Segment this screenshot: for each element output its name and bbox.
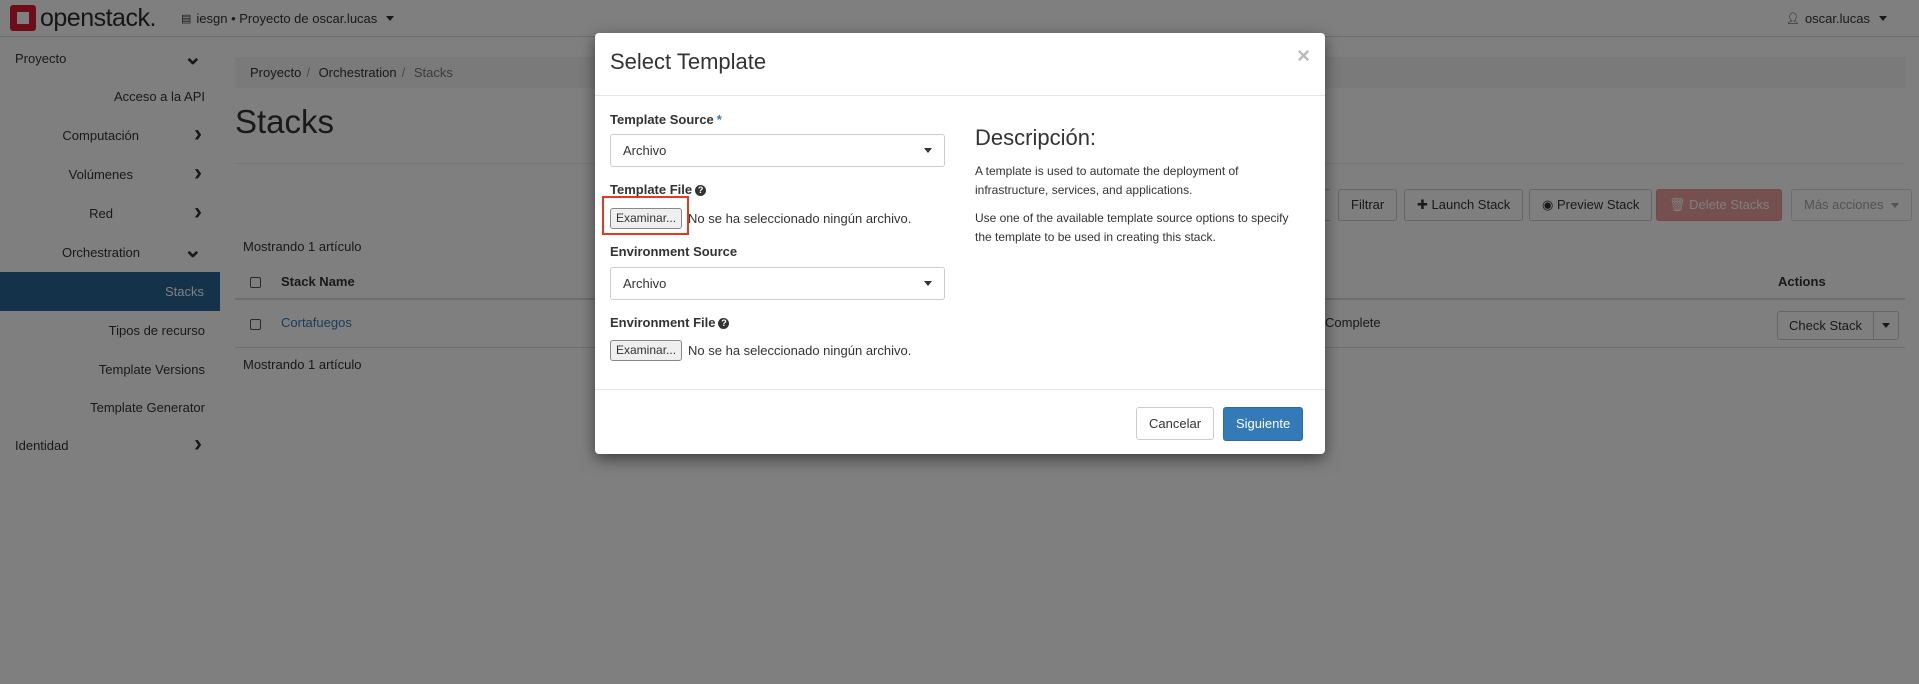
template-file-status: No se ha seleccionado ningún archivo. xyxy=(688,211,912,226)
template-file-browse-button[interactable]: Examinar... xyxy=(610,208,683,229)
template-source-select[interactable]: Archivo xyxy=(610,134,945,167)
template-file-input: Examinar... No se ha seleccionado ningún… xyxy=(610,208,911,229)
divider xyxy=(595,389,1325,390)
field-label: Template File xyxy=(610,182,693,197)
help-icon[interactable]: ? xyxy=(695,185,707,196)
description-text-2: Use one of the available template source… xyxy=(975,211,1289,244)
chevron-down-icon xyxy=(924,148,932,153)
next-button[interactable]: Siguiente xyxy=(1223,407,1304,441)
description-title: Descripción: xyxy=(975,125,1097,150)
environment-source-label: Environment Source xyxy=(610,244,738,259)
environment-file-input: Examinar... No se ha seleccionado ningún… xyxy=(610,340,911,361)
template-file-label: Template File? xyxy=(610,182,707,197)
cancel-button[interactable]: Cancelar xyxy=(1136,407,1215,440)
environment-file-browse-button[interactable]: Examinar... xyxy=(610,340,683,361)
required-mark: * xyxy=(716,112,722,127)
field-label: Environment File xyxy=(610,315,716,330)
template-source-value: Archivo xyxy=(623,143,667,158)
environment-file-status: No se ha seleccionado ningún archivo. xyxy=(688,343,912,358)
environment-source-select[interactable]: Archivo xyxy=(610,267,945,300)
field-label: Template Source xyxy=(610,112,714,127)
chevron-down-icon xyxy=(924,281,932,286)
divider xyxy=(595,95,1325,96)
close-icon[interactable]: × xyxy=(1297,43,1310,69)
modal-title: Select Template xyxy=(610,49,767,74)
select-template-modal: Select Template × Template Source * Archi… xyxy=(595,33,1325,454)
help-icon[interactable]: ? xyxy=(718,318,730,329)
environment-file-label: Environment File? xyxy=(610,315,730,330)
template-source-label: Template Source * xyxy=(610,112,722,127)
description-text-1: A template is used to automate the deplo… xyxy=(975,164,1239,197)
environment-source-value: Archivo xyxy=(623,276,667,291)
